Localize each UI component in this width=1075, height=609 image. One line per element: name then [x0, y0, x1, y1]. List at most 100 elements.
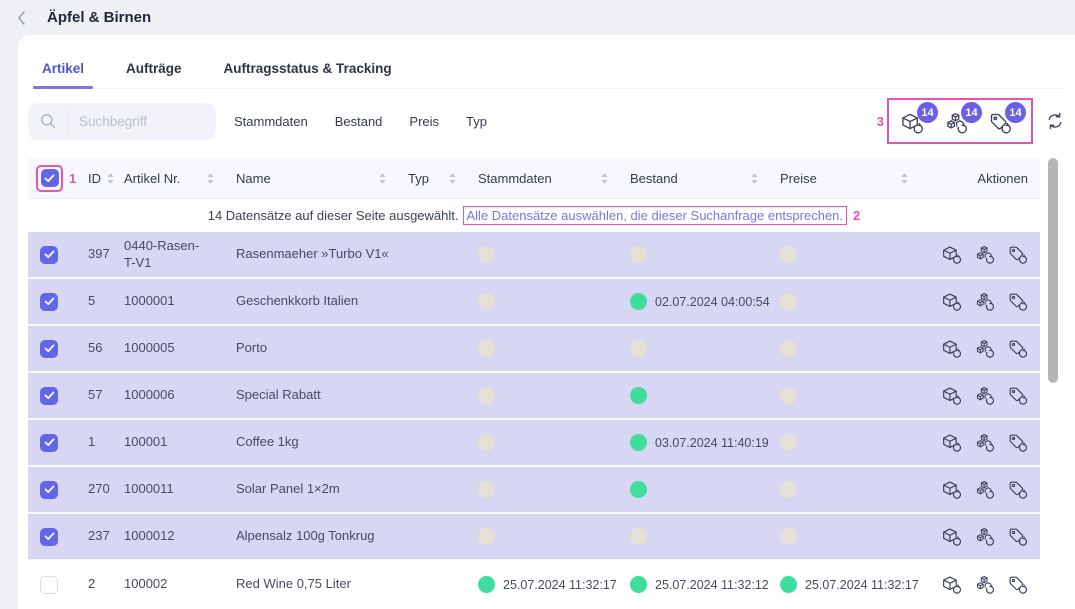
refresh-button[interactable] — [1045, 111, 1065, 131]
status-dot — [780, 576, 797, 593]
annotation-2: 2 — [853, 208, 860, 223]
sync-stammdaten-button[interactable]: 14 — [901, 112, 924, 135]
row-action-cube-sync[interactable] — [942, 292, 962, 312]
row-action-cube-sync[interactable] — [942, 433, 962, 453]
column-header-typ[interactable]: Typ — [400, 171, 470, 186]
sync-preise-button[interactable]: 14 — [989, 112, 1012, 135]
filter-bestand[interactable]: Bestand — [335, 114, 383, 129]
row-action-cubes-sync[interactable] — [975, 292, 995, 312]
tab-aufträge[interactable]: Aufträge — [117, 59, 191, 88]
search-input[interactable] — [68, 114, 208, 129]
sync-bestand-button[interactable]: 14 — [945, 112, 968, 135]
cell-aktionen — [922, 386, 1040, 406]
row-action-cube-sync[interactable] — [942, 480, 962, 500]
selection-notice-text: 14 Datensätze auf dieser Seite ausgewähl… — [208, 208, 459, 223]
row-action-cube-sync[interactable] — [942, 527, 962, 547]
sort-icon[interactable] — [899, 171, 910, 186]
cell-bestand — [622, 340, 772, 357]
row-action-tag-sync[interactable] — [1008, 433, 1028, 453]
row-action-tag-sync[interactable] — [1008, 292, 1028, 312]
row-action-tag-sync[interactable] — [1008, 339, 1028, 359]
filter-preis[interactable]: Preis — [409, 114, 439, 129]
status-timestamp: 25.07.2024 11:32:17 — [805, 578, 919, 592]
row-action-tag-sync[interactable] — [1008, 480, 1028, 500]
cell-preise — [772, 246, 922, 263]
cell-stammdaten — [470, 340, 622, 357]
back-button[interactable] — [10, 7, 32, 29]
status-dot — [630, 434, 647, 451]
cell-stammdaten — [470, 246, 622, 263]
row-action-cubes-sync[interactable] — [975, 433, 995, 453]
column-header-name[interactable]: Name — [228, 171, 400, 186]
cell-id: 57 — [80, 383, 116, 408]
row-checkbox[interactable] — [40, 576, 58, 594]
tab-artikel[interactable]: Artikel — [33, 59, 93, 88]
row-action-cubes-sync[interactable] — [975, 575, 995, 595]
row-action-tag-sync[interactable] — [1008, 386, 1028, 406]
cell-bestand — [622, 481, 772, 498]
status-dot — [780, 340, 797, 357]
cell-aktionen — [922, 527, 1040, 547]
row-checkbox[interactable] — [40, 387, 58, 405]
cell-preise — [772, 481, 922, 498]
column-header-bestand[interactable]: Bestand — [622, 171, 772, 186]
row-action-tag-sync[interactable] — [1008, 527, 1028, 547]
header-checkbox-cell: 1 — [28, 165, 80, 192]
cell-stammdaten — [470, 293, 622, 310]
status-dot — [478, 576, 495, 593]
row-action-cube-sync[interactable] — [942, 575, 962, 595]
column-header-aktionen: Aktionen — [922, 171, 1040, 186]
cell-aktionen — [922, 433, 1040, 453]
cell-bestand — [622, 528, 772, 545]
row-checkbox[interactable] — [40, 481, 58, 499]
search-box[interactable] — [28, 103, 216, 140]
cell-id: 5 — [80, 289, 116, 314]
row-checkbox[interactable] — [40, 528, 58, 546]
row-checkbox[interactable] — [40, 293, 58, 311]
row-action-tag-sync[interactable] — [1008, 245, 1028, 265]
select-all-matching-link[interactable]: Alle Datensätze auswählen, die dieser Su… — [463, 206, 848, 225]
cell-bestand: 02.07.2024 04:00:54 — [622, 293, 772, 310]
filter-stammdaten[interactable]: Stammdaten — [234, 114, 308, 129]
filter-links: Stammdaten Bestand Preis Typ — [234, 114, 487, 129]
table-row: 270 1000011 Solar Panel 1×2m — [28, 467, 1040, 514]
table-row: 1 100001 Coffee 1kg 03.07.2024 11:40:19 — [28, 420, 1040, 467]
table-header-row: 1 IDArtikel Nr.NameTypStammdatenBestandP… — [28, 158, 1040, 199]
column-header-preise[interactable]: Preise — [772, 171, 922, 186]
status-dot — [478, 246, 495, 263]
select-all-checkbox[interactable] — [41, 169, 59, 187]
column-header-id[interactable]: ID — [80, 171, 116, 186]
column-header-artikel-nr[interactable]: Artikel Nr. — [116, 171, 228, 186]
table-body: 397 0440-Rasen-T-V1 Rasenmaeher »Turbo V… — [28, 232, 1040, 608]
row-action-cubes-sync[interactable] — [975, 480, 995, 500]
sort-icon[interactable] — [447, 171, 458, 186]
sort-icon[interactable] — [749, 171, 760, 186]
cell-name: Porto — [228, 336, 400, 361]
row-action-cube-sync[interactable] — [942, 245, 962, 265]
cell-id: 270 — [80, 477, 116, 502]
sort-icon[interactable] — [105, 171, 116, 186]
status-dot — [780, 246, 797, 263]
row-checkbox[interactable] — [40, 434, 58, 452]
scrollbar-thumb[interactable] — [1048, 158, 1058, 383]
row-action-cubes-sync[interactable] — [975, 527, 995, 547]
row-action-cubes-sync[interactable] — [975, 245, 995, 265]
tab-auftragsstatus-tracking[interactable]: Auftragsstatus & Tracking — [215, 59, 401, 88]
cell-aktionen — [922, 575, 1040, 595]
row-action-cube-sync[interactable] — [942, 339, 962, 359]
cell-name: Solar Panel 1×2m — [228, 477, 400, 502]
column-header-stammdaten[interactable]: Stammdaten — [470, 171, 622, 186]
sort-icon[interactable] — [599, 171, 610, 186]
row-action-tag-sync[interactable] — [1008, 575, 1028, 595]
row-action-cube-sync[interactable] — [942, 386, 962, 406]
row-checkbox[interactable] — [40, 246, 58, 264]
vertical-scrollbar[interactable] — [1048, 158, 1058, 609]
row-action-cubes-sync[interactable] — [975, 386, 995, 406]
filter-typ[interactable]: Typ — [466, 114, 487, 129]
sort-icon[interactable] — [205, 171, 216, 186]
row-checkbox[interactable] — [40, 340, 58, 358]
row-action-cubes-sync[interactable] — [975, 339, 995, 359]
cell-name: Alpensalz 100g Tonkrug — [228, 524, 400, 549]
cell-aktionen — [922, 245, 1040, 265]
sort-icon[interactable] — [377, 171, 388, 186]
